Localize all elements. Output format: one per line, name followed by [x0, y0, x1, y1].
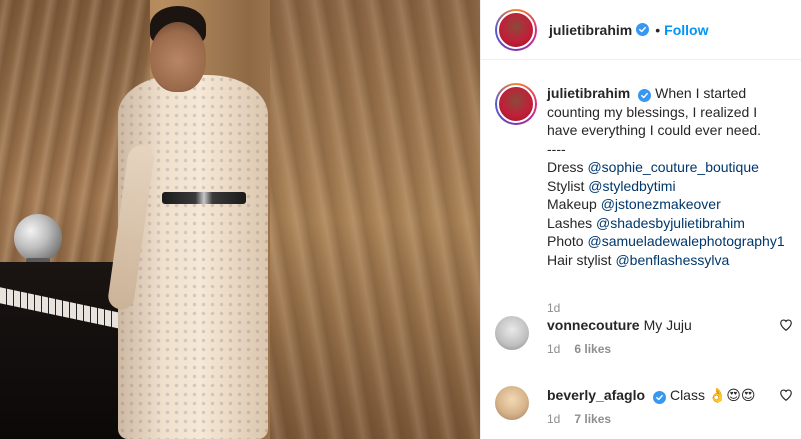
credit-line: Dress @sophie_couture_boutique — [547, 158, 799, 177]
follow-button[interactable]: Follow — [664, 22, 708, 38]
caption-divider: ---- — [547, 140, 566, 157]
comment-text: Class 👌😍😍 — [669, 387, 756, 403]
comments-section: julietibrahim When I started counting my… — [481, 61, 801, 439]
follow-separator: • — [655, 21, 661, 38]
photo-figure-sequins — [118, 75, 268, 439]
credit-line: Stylist @styledbytimi — [547, 177, 799, 196]
comment-likes[interactable]: 7 likes — [574, 412, 611, 426]
credit-line: Hair stylist @benflashessylva — [547, 251, 799, 270]
comment-meta: 1d 6 likes — [547, 342, 611, 356]
credit-label: Lashes — [547, 214, 597, 231]
caption-author-avatar[interactable] — [495, 83, 537, 125]
comment-likes[interactable]: 6 likes — [574, 342, 611, 356]
commenter-avatar[interactable] — [495, 316, 529, 350]
instagram-post: julietibrahim • Follow julietibrahim Whe… — [0, 0, 801, 439]
post-photo[interactable] — [0, 0, 480, 439]
credit-mention[interactable]: @styledbytimi — [588, 178, 675, 194]
comment-text-row: beverly_afaglo Class 👌😍😍 — [547, 386, 755, 404]
photo-crystal-ornament — [14, 214, 62, 262]
heart-icon[interactable] — [779, 318, 793, 332]
comment-meta: 1d 7 likes — [547, 412, 611, 426]
author-avatar[interactable] — [495, 8, 537, 51]
comment-item: vonnecouture My Juju 1d 6 likes — [495, 316, 795, 364]
heart-icon[interactable] — [779, 388, 793, 402]
post-header: julietibrahim • Follow — [481, 0, 801, 60]
credit-mention[interactable]: @shadesbyjulietibrahim — [596, 215, 745, 231]
commenter-username[interactable]: vonnecouture — [547, 317, 640, 333]
caption-body: julietibrahim When I started counting my… — [547, 84, 799, 269]
commenter-avatar[interactable] — [495, 386, 529, 420]
comment-timestamp[interactable]: 1d — [547, 342, 560, 356]
credit-label: Photo — [547, 233, 588, 249]
caption-text: When I started — [655, 85, 747, 101]
photo-figure-belt — [162, 192, 246, 204]
verified-badge-icon — [638, 89, 652, 102]
credit-label: Makeup — [547, 196, 601, 212]
post-side-panel: julietibrahim • Follow julietibrahim Whe… — [480, 0, 801, 439]
credit-line: Photo @samueladewalephotography1 — [547, 232, 799, 251]
caption-line: have everything I could ever need. — [547, 122, 762, 138]
caption-line: julietibrahim When I started — [547, 84, 799, 103]
caption-author-avatar-image — [497, 85, 535, 123]
photo-figure-head — [150, 22, 206, 92]
credit-label: Dress — [547, 159, 588, 175]
credit-line: Lashes @shadesbyjulietibrahim — [547, 214, 799, 233]
caption-line: counting my blessings, I realized I — [547, 103, 758, 120]
caption-username[interactable]: julietibrahim — [547, 85, 630, 101]
credit-label: Stylist — [547, 177, 589, 194]
verified-badge-icon — [653, 391, 667, 404]
credit-label: Hair stylist — [547, 251, 616, 268]
comment-text-row: vonnecouture My Juju — [547, 316, 692, 334]
photo-wall-right — [270, 0, 480, 439]
comment-timestamp[interactable]: 1d — [547, 412, 560, 426]
comment-text: My Juju — [643, 317, 692, 333]
verified-badge-icon — [636, 23, 650, 36]
credit-mention[interactable]: @samueladewalephotography1 — [587, 233, 784, 249]
caption-timestamp[interactable]: 1d — [547, 301, 560, 315]
credit-mention[interactable]: @benflashessylva — [615, 252, 729, 268]
commenter-username[interactable]: beverly_afaglo — [547, 387, 645, 403]
author-avatar-image — [497, 10, 535, 49]
comment-item: beverly_afaglo Class 👌😍😍 1d 7 likes — [495, 386, 795, 434]
credit-mention[interactable]: @sophie_couture_boutique — [587, 159, 758, 175]
credit-mention[interactable]: @jstonezmakeover — [601, 196, 721, 212]
author-username[interactable]: julietibrahim — [549, 22, 632, 38]
credit-line: Makeup @jstonezmakeover — [547, 195, 799, 214]
